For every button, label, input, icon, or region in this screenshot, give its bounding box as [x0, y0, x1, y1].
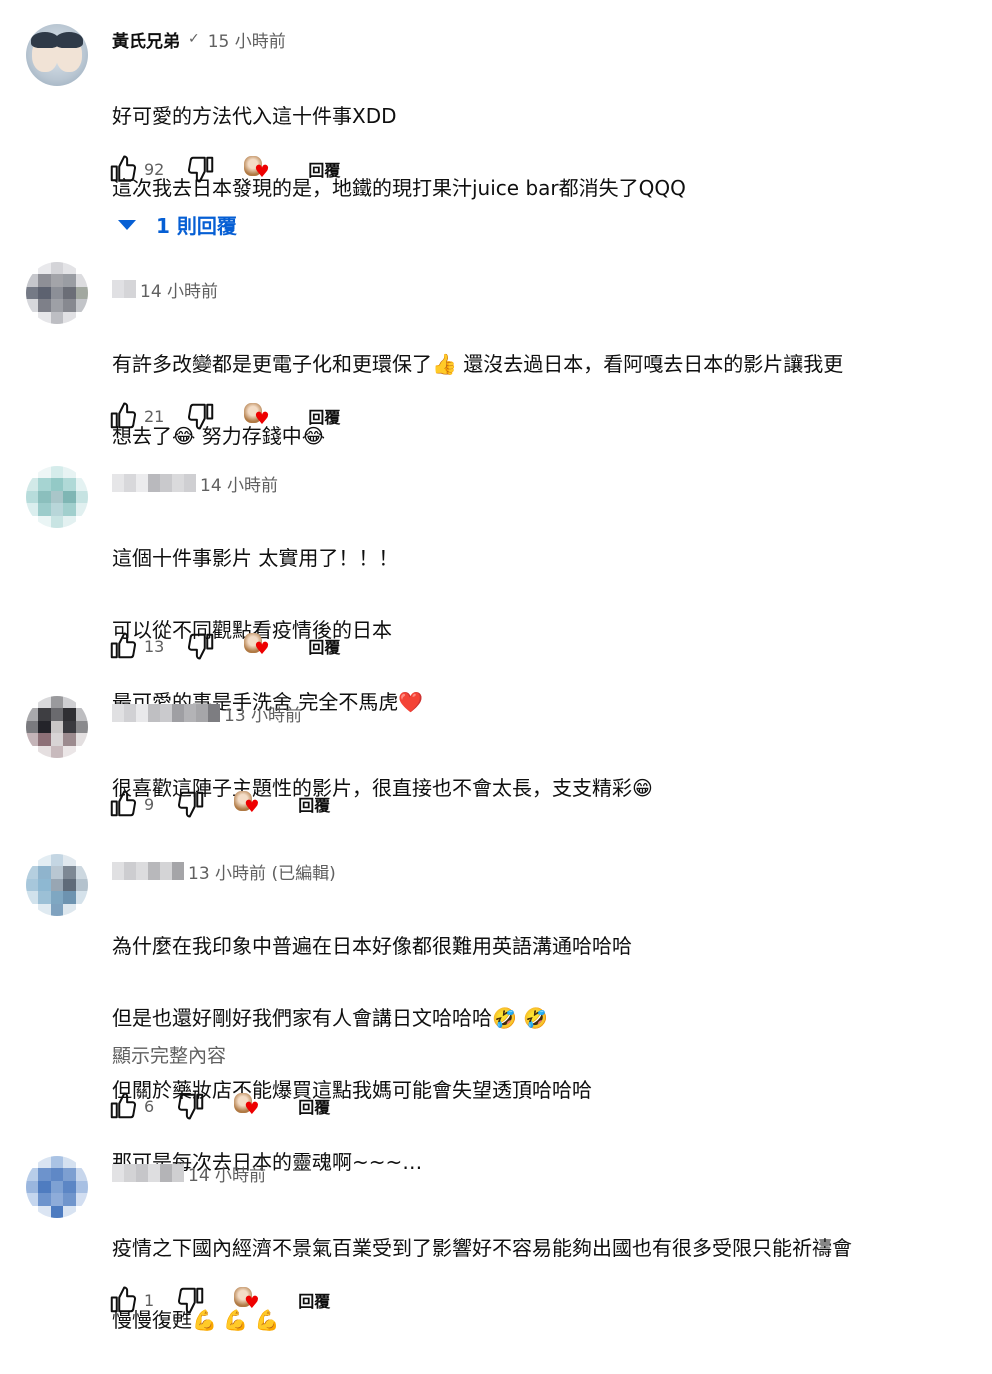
comment-actions: 92 ♥ 回覆 [108, 152, 340, 186]
comment-line: 為什麼在我印象中普遍在日本好像都很難用英語溝通哈哈哈 [112, 934, 632, 958]
avatar[interactable] [26, 262, 88, 324]
timestamp[interactable]: 13 小時前 (已編輯) [188, 859, 336, 884]
author-name-redacted[interactable] [112, 704, 220, 722]
like-count: 13 [144, 636, 165, 656]
creator-heart-icon: ♥ [244, 154, 274, 184]
avatar[interactable] [26, 1156, 88, 1218]
comment-header: 黃氏兄弟 ✓ 15 小時前 [112, 26, 286, 52]
comment-header: 13 小時前 [112, 700, 302, 726]
like-button[interactable] [108, 789, 138, 819]
check-icon: ✓ [188, 31, 200, 47]
like-count: 9 [144, 794, 155, 814]
like-button[interactable] [108, 1091, 138, 1121]
dislike-button[interactable] [176, 1285, 206, 1315]
avatar[interactable] [26, 854, 88, 916]
like-count: 1 [144, 1290, 155, 1310]
comment-header: 13 小時前 (已編輯) [112, 858, 336, 884]
author-name-redacted[interactable] [112, 280, 136, 298]
replies-label: 1 則回覆 [156, 214, 237, 238]
comment-line: 好可愛的方法代入這十件事XDD [112, 104, 397, 128]
comment-actions: 9 ♥ 回覆 [108, 787, 330, 821]
author-name-redacted[interactable] [112, 474, 196, 492]
timestamp[interactable]: 14 小時前 [140, 277, 218, 302]
avatar[interactable] [26, 696, 88, 758]
comment-actions: 1 ♥ 回覆 [108, 1283, 330, 1317]
like-button[interactable] [108, 1285, 138, 1315]
reply-button[interactable]: 回覆 [308, 157, 340, 181]
timestamp[interactable]: 13 小時前 [224, 701, 302, 726]
dislike-button[interactable] [186, 401, 216, 431]
like-button[interactable] [108, 631, 138, 661]
avatar[interactable] [26, 466, 88, 528]
comment-actions: 21 ♥ 回覆 [108, 399, 340, 433]
comment-header: 14 小時前 [112, 470, 278, 496]
thumbs-down-icon [188, 633, 214, 660]
creator-heart-icon: ♥ [244, 401, 274, 431]
timestamp[interactable]: 14 小時前 [188, 1161, 266, 1186]
creator-heart-icon: ♥ [234, 1285, 264, 1315]
thumbs-down-icon [188, 156, 214, 183]
reply-button[interactable]: 回覆 [298, 1094, 330, 1118]
like-count: 6 [144, 1096, 155, 1116]
like-button[interactable] [108, 401, 138, 431]
creator-heart-icon: ♥ [234, 789, 264, 819]
reply-button[interactable]: 回覆 [298, 792, 330, 816]
creator-heart-icon: ♥ [234, 1091, 264, 1121]
author-name-redacted[interactable] [112, 862, 184, 880]
thumbs-down-icon [178, 1093, 204, 1120]
author-name[interactable]: 黃氏兄弟 [112, 27, 180, 52]
comment-header: 14 小時前 [112, 276, 218, 302]
dislike-button[interactable] [186, 154, 216, 184]
thumbs-down-icon [188, 403, 214, 430]
thumbs-up-icon [110, 1286, 137, 1313]
like-count: 21 [144, 406, 165, 426]
comment-actions: 6 ♥ 回覆 [108, 1089, 330, 1123]
timestamp[interactable]: 14 小時前 [200, 471, 278, 496]
thumbs-down-icon [178, 791, 204, 818]
comment-line: 但是也還好剛好我們家有人會講日文哈哈哈🤣 🤣 [112, 1006, 549, 1030]
like-count: 92 [144, 159, 165, 179]
reply-button[interactable]: 回覆 [298, 1288, 330, 1312]
caret-down-icon [118, 219, 136, 230]
comment-line: 疫情之下國內經濟不景氣百業受到了影響好不容易能夠出國也有很多受限只能祈禱會 [112, 1236, 852, 1260]
view-replies-button[interactable]: 1 則回覆 [118, 210, 237, 239]
avatar[interactable] [26, 24, 88, 86]
thumbs-up-icon [110, 155, 137, 182]
show-more-link[interactable]: 顯示完整內容 [112, 1041, 226, 1068]
thumbs-up-icon [110, 402, 137, 429]
author-name-redacted[interactable] [112, 1164, 184, 1182]
comment-line: 有許多改變都是更電子化和更環保了👍 還沒去過日本，看阿嘎去日本的影片讓我更 [112, 352, 844, 376]
creator-heart-icon: ♥ [244, 631, 274, 661]
thumbs-up-icon [110, 1092, 137, 1119]
reply-button[interactable]: 回覆 [308, 404, 340, 428]
like-button[interactable] [108, 154, 138, 184]
thumbs-up-icon [110, 632, 137, 659]
dislike-button[interactable] [176, 789, 206, 819]
thumbs-up-icon [110, 790, 137, 817]
reply-button[interactable]: 回覆 [308, 634, 340, 658]
dislike-button[interactable] [186, 631, 216, 661]
comment-line: 這個十件事影片 太實用了！！！ [112, 546, 399, 570]
dislike-button[interactable] [176, 1091, 206, 1121]
comment-header: 14 小時前 [112, 1160, 266, 1186]
thumbs-down-icon [178, 1287, 204, 1314]
timestamp[interactable]: 15 小時前 [208, 27, 286, 52]
comment-actions: 13 ♥ 回覆 [108, 629, 340, 663]
